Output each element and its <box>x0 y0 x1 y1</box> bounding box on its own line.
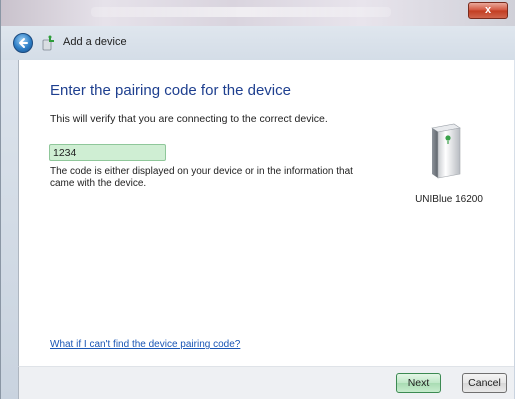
page-title: Enter the pairing code for the device <box>50 82 291 99</box>
pairing-hint-text: The code is either displayed on your dev… <box>50 166 353 189</box>
wizard-content: Enter the pairing code for the device Th… <box>18 60 514 366</box>
device-name-label: UNIBlue 16200 <box>415 194 483 205</box>
close-button[interactable]: x <box>468 2 508 19</box>
button-bar: Next Cancel <box>18 366 514 399</box>
dialog-window: x Add a device Enter the pairing code fo… <box>0 0 515 399</box>
close-icon: x <box>484 4 492 16</box>
back-button[interactable] <box>13 33 33 53</box>
add-device-icon <box>42 35 54 51</box>
title-bar: x <box>1 0 515 26</box>
window-title: Add a device <box>63 36 127 48</box>
back-arrow-icon <box>19 38 28 48</box>
help-link[interactable]: What if I can't find the device pairing … <box>50 339 240 350</box>
navigation-bar: Add a device <box>1 26 515 60</box>
instruction-text: This will verify that you are connecting… <box>50 113 328 125</box>
title-bar-glass <box>91 7 391 17</box>
next-button[interactable]: Next <box>396 373 441 393</box>
cancel-button[interactable]: Cancel <box>462 373 507 393</box>
pairing-code-input[interactable] <box>49 144 166 161</box>
bluetooth-device-icon <box>431 123 461 179</box>
